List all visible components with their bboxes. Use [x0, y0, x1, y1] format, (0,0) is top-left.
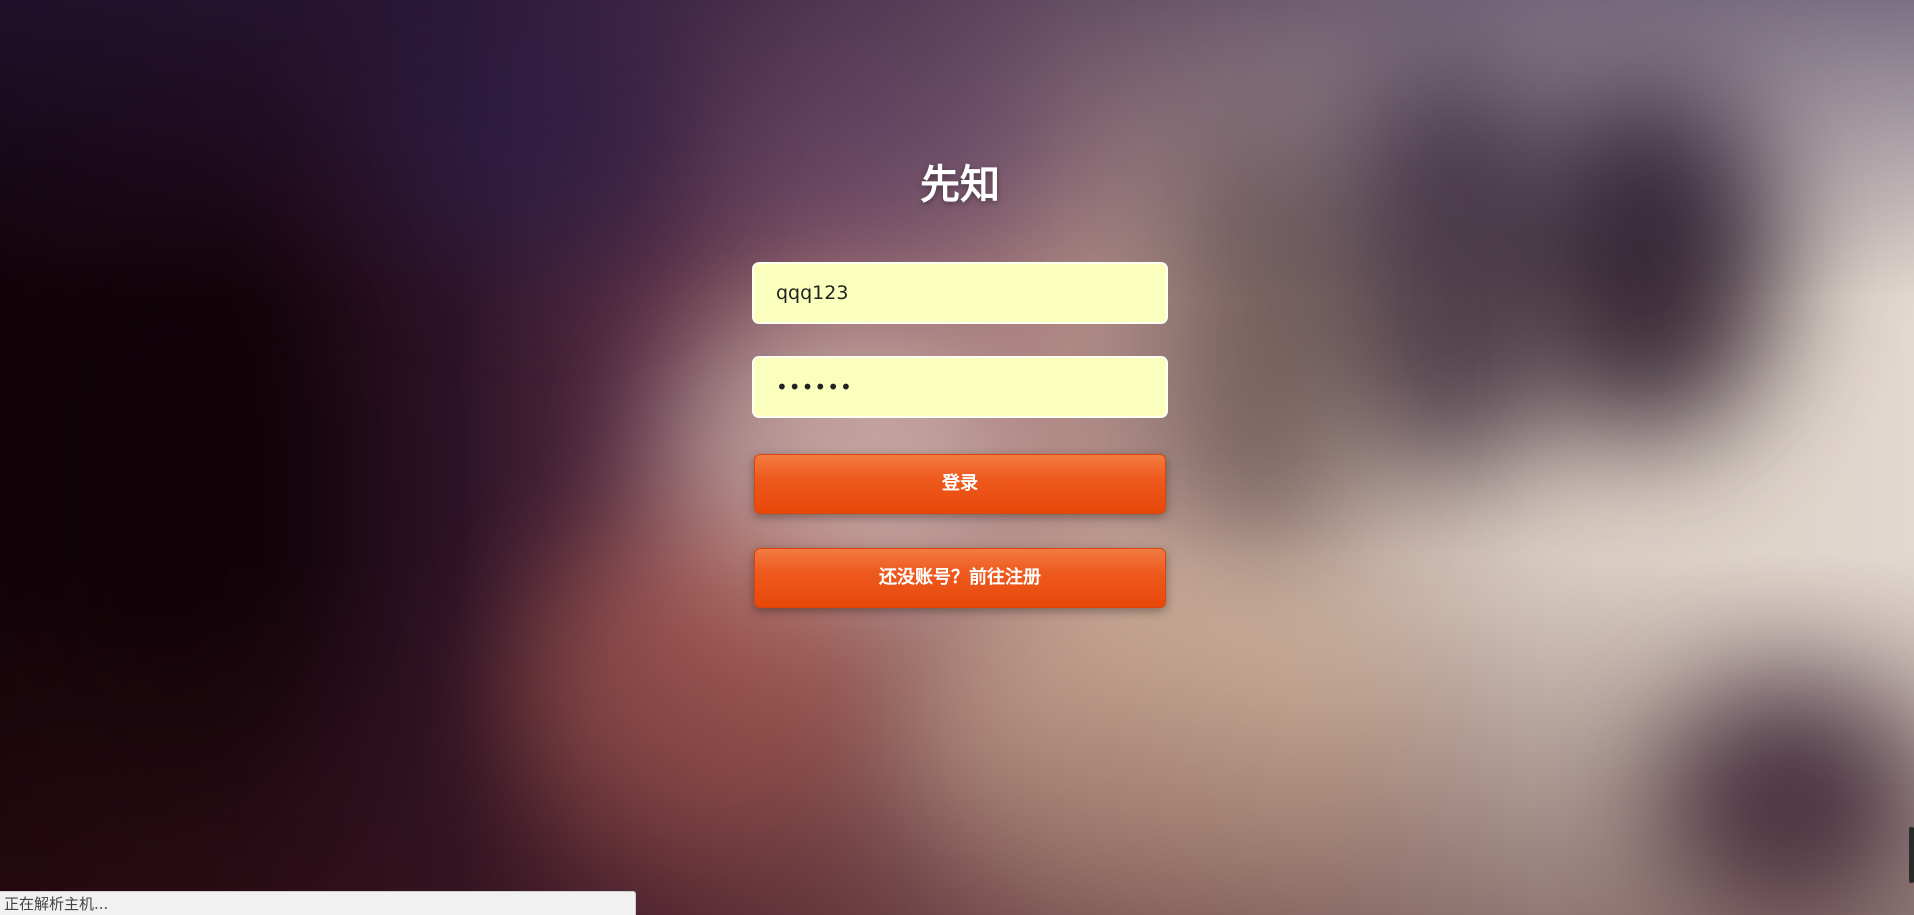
login-form: 先知 qqq123 •••••• 登录 还没账号？前往注册	[752, 150, 1168, 608]
login-page: 先知 qqq123 •••••• 登录 还没账号？前往注册 正在解析主机...	[0, 0, 1914, 915]
login-button[interactable]: 登录	[754, 454, 1166, 514]
username-input[interactable]: qqq123	[752, 262, 1168, 324]
register-button[interactable]: 还没账号？前往注册	[754, 548, 1166, 608]
browser-status-bar: 正在解析主机...	[0, 891, 636, 915]
scrollbar-handle[interactable]	[1909, 827, 1914, 883]
password-input[interactable]: ••••••	[752, 356, 1168, 418]
page-title: 先知	[920, 162, 1000, 208]
